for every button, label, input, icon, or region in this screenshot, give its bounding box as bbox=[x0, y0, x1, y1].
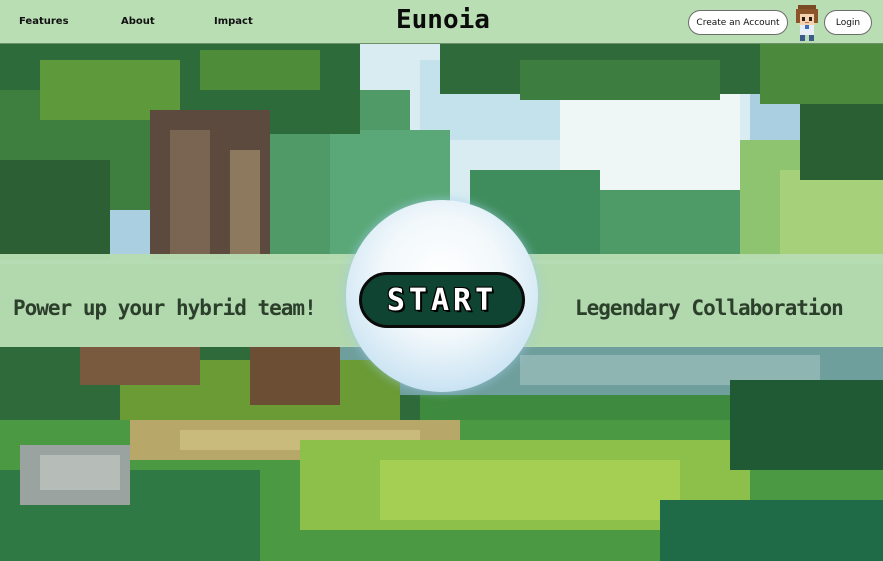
hero-tagline-left: Power up your hybrid team! bbox=[13, 296, 317, 320]
nav-link-impact[interactable]: Impact bbox=[214, 16, 253, 27]
pixel-character-avatar-icon[interactable] bbox=[792, 3, 822, 43]
create-account-button[interactable]: Create an Account bbox=[688, 10, 788, 35]
top-navbar: Features About Impact Eunoia Create an A… bbox=[0, 0, 883, 44]
start-button-label: START bbox=[386, 282, 498, 318]
login-button[interactable]: Login bbox=[824, 10, 872, 35]
hero-tagline-right: Legendary Collaboration bbox=[575, 296, 844, 320]
nav-link-features[interactable]: Features bbox=[19, 16, 69, 27]
nav-link-about[interactable]: About bbox=[121, 16, 155, 27]
site-logo[interactable]: Eunoia bbox=[396, 5, 490, 35]
start-button[interactable]: START bbox=[359, 272, 525, 328]
